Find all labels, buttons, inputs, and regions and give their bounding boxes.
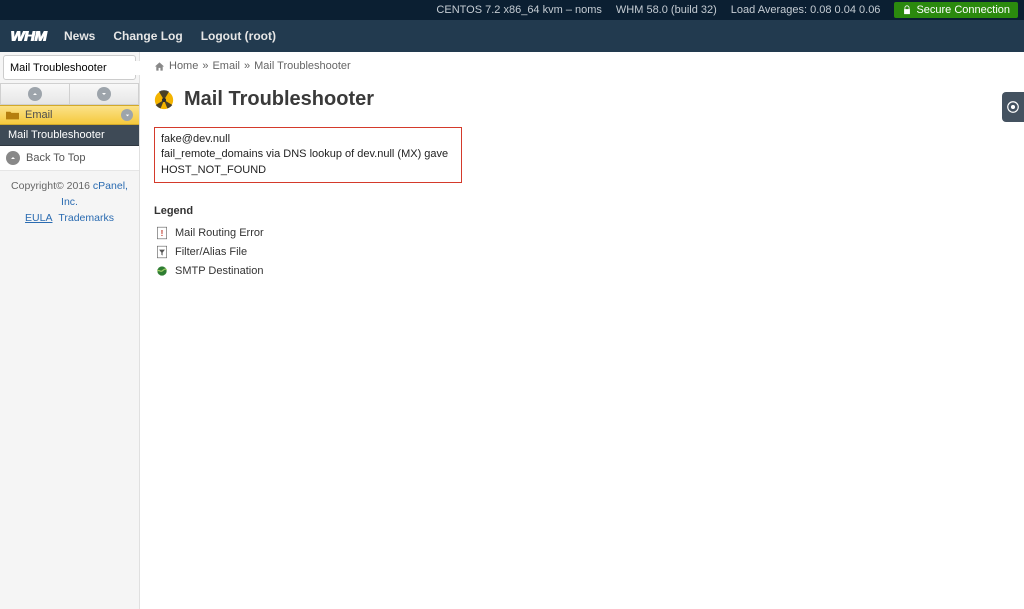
legend-heading: Legend (154, 205, 1010, 217)
whm-version: WHM 58.0 (build 32) (616, 4, 717, 16)
sidebar-footer: Copyright© 2016 cPanel, Inc. EULA Tradem… (0, 171, 139, 234)
result-line-2: fail_remote_domains via DNS lookup of de… (161, 147, 455, 178)
main-content: Home » Email » Mail Troubleshooter Mail … (140, 52, 1024, 609)
page-title: Mail Troubleshooter (184, 88, 374, 111)
sidebar-search[interactable] (3, 55, 136, 80)
collapse-category-button[interactable] (121, 109, 133, 121)
chevron-down-icon (100, 90, 108, 98)
legend-label: Mail Routing Error (175, 227, 264, 239)
breadcrumb: Home » Email » Mail Troubleshooter (140, 52, 1024, 78)
sidebar-category-email[interactable]: Email (0, 105, 139, 125)
load-averages: Load Averages: 0.08 0.04 0.06 (731, 4, 881, 16)
chevron-up-icon (31, 90, 39, 98)
nav-changelog[interactable]: Change Log (113, 29, 182, 43)
home-icon (154, 61, 165, 72)
legend-label: Filter/Alias File (175, 246, 247, 258)
page-header: Mail Troubleshooter (140, 78, 1024, 121)
trademarks-link[interactable]: Trademarks (58, 212, 114, 224)
legend-label: SMTP Destination (175, 265, 263, 277)
breadcrumb-home[interactable]: Home (169, 60, 198, 72)
sidebar-item-mail-troubleshooter[interactable]: Mail Troubleshooter (0, 125, 139, 146)
nav-news[interactable]: News (64, 29, 95, 43)
nuclear-icon (154, 90, 174, 110)
nav-logout[interactable]: Logout (root) (201, 29, 276, 43)
file-filter-icon (154, 244, 169, 259)
search-input[interactable] (8, 61, 154, 75)
breadcrumb-email[interactable]: Email (212, 60, 240, 72)
expand-collapse-bar (0, 83, 139, 105)
svg-text:!: ! (160, 229, 163, 238)
sidebar: Email Mail Troubleshooter Back To Top Co… (0, 52, 140, 609)
back-to-top-label: Back To Top (26, 152, 86, 164)
file-warning-icon: ! (154, 225, 169, 240)
category-label: Email (25, 109, 53, 121)
result-line-1: fake@dev.null (161, 132, 455, 147)
legend-filter-alias: Filter/Alias File (154, 242, 1010, 261)
expand-all-button[interactable] (69, 83, 139, 105)
back-to-top[interactable]: Back To Top (0, 146, 139, 171)
folder-icon (6, 110, 19, 120)
status-bar: CENTOS 7.2 x86_64 kvm – noms WHM 58.0 (b… (0, 0, 1024, 20)
breadcrumb-current: Mail Troubleshooter (254, 60, 351, 72)
copyright-text: Copyright© 2016 (11, 180, 93, 192)
whm-logo[interactable]: WHM (10, 28, 46, 45)
legend-routing-error: ! Mail Routing Error (154, 223, 1010, 242)
eula-link[interactable]: EULA (25, 212, 52, 224)
legend-smtp-dest: SMTP Destination (154, 261, 1010, 280)
collapse-all-button[interactable] (0, 83, 69, 105)
chevron-down-icon (124, 112, 131, 119)
trace-result: fake@dev.null fail_remote_domains via DN… (154, 127, 462, 183)
secure-connection-label: Secure Connection (916, 4, 1010, 16)
globe-icon (154, 263, 169, 278)
help-icon (1006, 100, 1020, 114)
legend: Legend ! Mail Routing Error Filter/Alias… (154, 205, 1010, 280)
chevron-up-icon (9, 154, 17, 162)
lock-icon (902, 5, 912, 15)
help-tab[interactable] (1002, 92, 1024, 122)
navbar: WHM News Change Log Logout (root) (0, 20, 1024, 52)
secure-connection-badge: Secure Connection (894, 2, 1018, 18)
os-info: CENTOS 7.2 x86_64 kvm – noms (436, 4, 601, 16)
